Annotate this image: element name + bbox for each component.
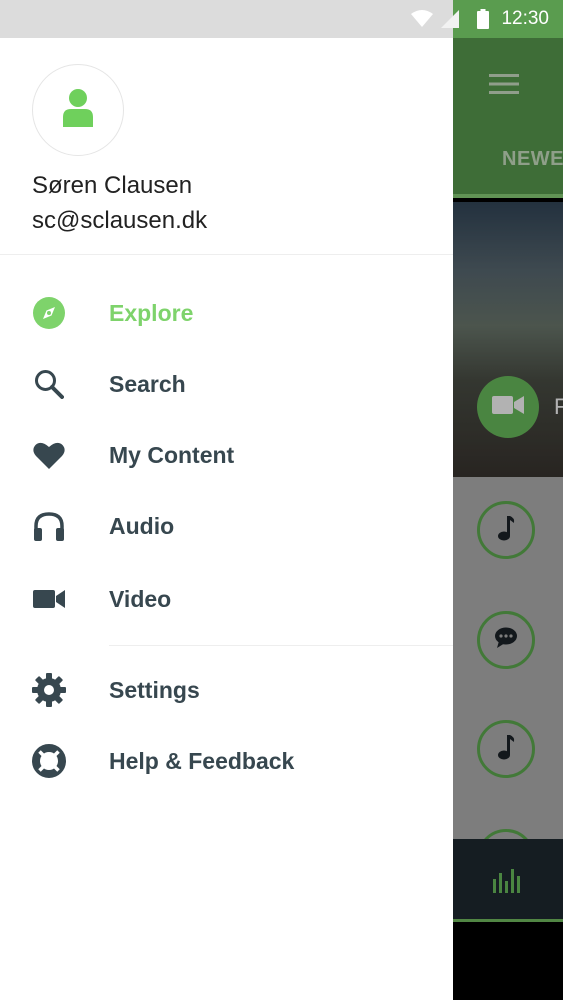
status-time: 12:30	[501, 8, 549, 29]
user-email: sc@sclausen.dk	[32, 207, 208, 234]
compass-icon	[30, 294, 68, 332]
nav-item-search[interactable]: Search	[0, 352, 453, 416]
user-name: Søren Clausen	[32, 172, 193, 199]
battery-icon	[477, 9, 490, 29]
divider	[109, 645, 453, 646]
nav-item-my-content[interactable]: My Content	[0, 423, 453, 487]
nav-label: Settings	[109, 676, 200, 703]
drawer-scrim[interactable]	[453, 38, 563, 1000]
nav-label: Help & Feedback	[109, 747, 295, 774]
gear-icon	[30, 671, 68, 709]
nav-item-video[interactable]: Video	[0, 567, 453, 631]
nav-label: My Content	[109, 441, 235, 468]
nav-item-explore[interactable]: Explore	[0, 281, 453, 345]
nav-label: Explore	[109, 299, 194, 326]
nav-item-help-feedback[interactable]: Help & Feedback	[0, 729, 453, 793]
video-camera-icon	[30, 580, 68, 618]
wifi-icon	[411, 10, 434, 28]
search-icon	[30, 365, 68, 403]
nav-label: Search	[109, 370, 186, 397]
background-app[interactable]: NEWE F	[453, 38, 563, 1000]
lifebuoy-icon	[30, 742, 68, 780]
avatar[interactable]	[32, 64, 124, 156]
status-bar: 12:30	[0, 0, 563, 38]
nav-item-settings[interactable]: Settings	[0, 658, 453, 722]
navigation-drawer: Søren Clausen sc@sclausen.dk Explore Sea…	[0, 38, 453, 1000]
nav-item-audio[interactable]: Audio	[0, 494, 453, 558]
nav-label: Video	[109, 585, 172, 612]
nav-label: Audio	[109, 512, 175, 539]
person-icon	[63, 88, 93, 132]
divider	[0, 254, 453, 255]
headphones-icon	[30, 507, 68, 545]
signal-icon	[441, 10, 460, 28]
heart-icon	[30, 436, 68, 474]
